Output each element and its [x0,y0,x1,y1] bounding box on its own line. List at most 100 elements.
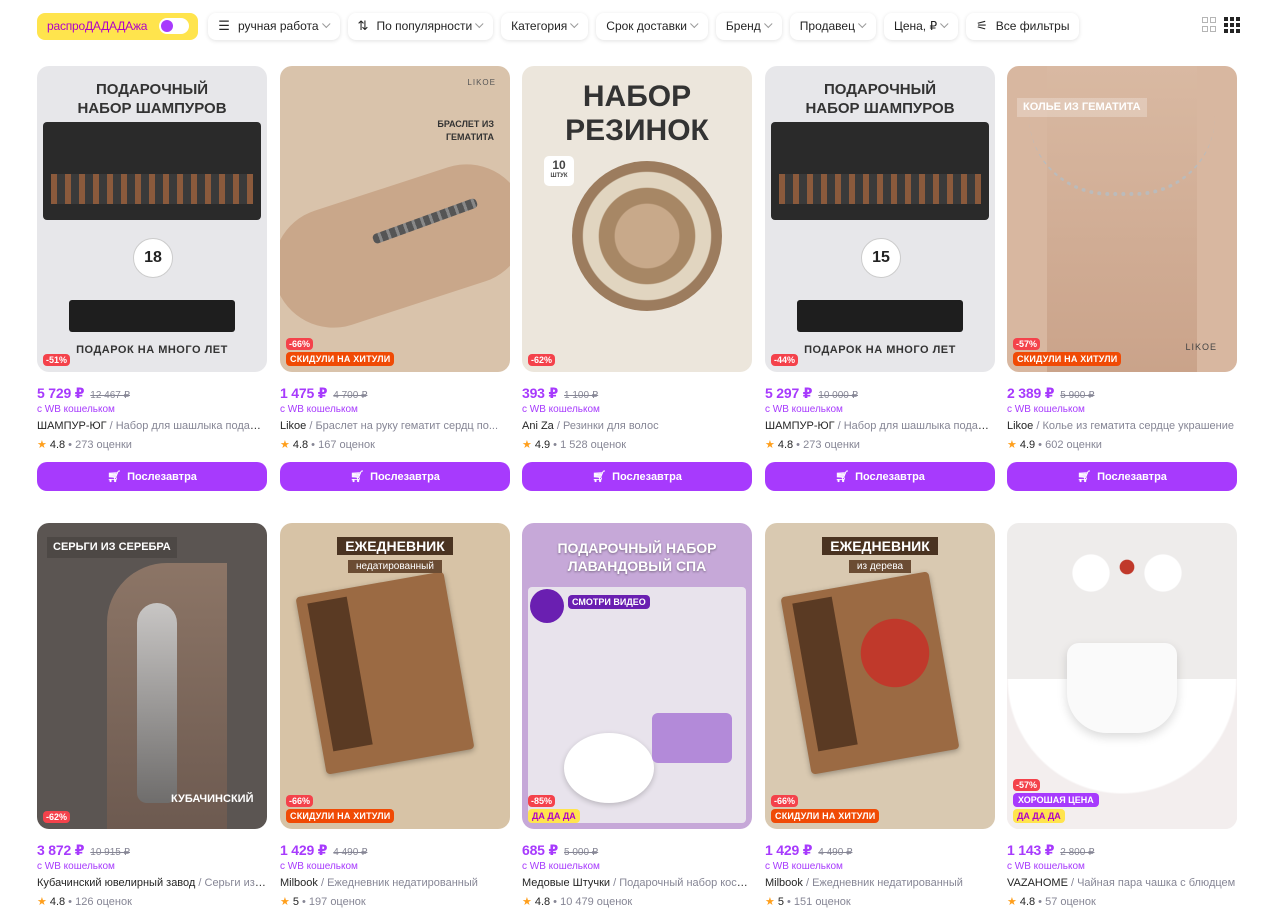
chevron-down-icon [570,19,579,29]
image-headline: ПОДАРОЧНЫЙ НАБОР ШАМПУРОВ [765,80,995,118]
filter-handmade[interactable]: ☰ ручная работа [208,12,340,40]
large-grid-icon[interactable] [1202,17,1216,33]
brand-name: ШАМПУР-ЮГ [765,420,835,432]
price-row: 1 475 ₽ 4 700 ₽ [280,385,510,402]
rating-value: 4.9 [1019,438,1036,451]
product-thumbnail[interactable]: 18 ПОДАРОК НА МНОГО ЛЕТ ПОДАРОЧНЫЙ НАБОР … [37,66,267,372]
headline-line: ПОДАРОЧНЫЙ НАБОР [557,540,717,556]
promo-toggle[interactable]: распроДАДАДАжа [37,12,199,40]
toggle-knob [161,20,174,32]
all-filters-button[interactable]: ⚟ Все фильтры [966,12,1080,40]
wallet-note: с WB кошельком [280,404,358,415]
product-card[interactable]: СЕРЬГИ ИЗ СЕРЕБРА КУБАЧИНСКИЙ -62% 3 872 … [37,523,267,919]
current-price: 1 429 ₽ [765,842,813,858]
rating-value: 4.8 [777,438,794,451]
product-title[interactable]: Milbook / Ежедневник недатированный [765,877,995,889]
toggle-switch[interactable] [159,18,190,34]
product-title[interactable]: Медовые Штучки / Подарочный набор космет… [522,877,752,889]
product-card[interactable]: ЕЖЕДНЕВНИК недатированный СКИДУЛИ НА ХИТУ… [280,523,510,919]
headline-sub: недатированный [348,560,442,573]
product-title[interactable]: VAZAHOME / Чайная пара чашка с блюдцем [1007,877,1237,889]
wallet-note: с WB кошельком [522,861,600,872]
headline-line: ЕЖЕДНЕВНИК [337,537,453,555]
sort-dropdown[interactable]: ⇅ По популярности [347,12,494,40]
review-count: • 197 оценок [302,895,366,908]
product-thumbnail[interactable]: 15 ПОДАРОК НА МНОГО ЛЕТ ПОДАРОЧНЫЙ НАБОР … [765,66,995,372]
product-thumbnail[interactable]: LIKOE БРАСЛЕТ ИЗ ГЕМАТИТА СКИДУЛИ НА ХИТУ… [280,66,510,372]
delivery-label: Послезавтра [1097,470,1167,483]
product-title[interactable]: ШАМПУР-ЮГ / Набор для шашлыка подарочный [765,420,995,432]
wallet-note: с WB кошельком [280,861,358,872]
rating-value: 4.8 [49,895,66,908]
view-toggle [1202,17,1240,33]
product-card[interactable]: 18 ПОДАРОК НА МНОГО ЛЕТ ПОДАРОЧНЫЙ НАБОР … [37,66,267,491]
product-card[interactable]: ЕЖЕДНЕВНИК из дерева СКИДУЛИ НА ХИТУЛИ -66… [765,523,995,919]
add-to-cart-button[interactable]: 🛒︎ Послезавтра [522,462,752,491]
current-price: 3 872 ₽ [37,842,85,858]
product-thumbnail[interactable]: 10 ШТУК НАБОР РЕЗИНОК -62% [522,66,752,372]
filter-brand[interactable]: Бренд [715,12,782,40]
review-count: • 602 оценки [1038,438,1102,451]
add-to-cart-button[interactable]: 🛒︎ Послезавтра [37,462,267,491]
rating: ★ 5 • 151 оценок [765,895,995,909]
add-to-cart-button[interactable]: 🛒︎ Послезавтра [280,462,510,491]
count-badge: 15 [861,238,901,278]
product-thumbnail[interactable]: СЕРЬГИ ИЗ СЕРЕБРА КУБАЧИНСКИЙ -62% [37,523,267,829]
headline-line: СЕРЬГИ ИЗ СЕРЕБРА [47,537,177,558]
review-count: • 10 479 оценок [553,895,633,908]
product-card[interactable]: LIKOE БРАСЛЕТ ИЗ ГЕМАТИТА СКИДУЛИ НА ХИТУ… [280,66,510,491]
rating-value: 5 [292,895,299,908]
play-icon[interactable] [530,589,564,623]
product-image[interactable] [37,523,267,829]
product-title[interactable]: Likoe / Браслет на руку гематит сердц по… [280,420,510,432]
image-caption: ПОДАРОК НА МНОГО ЛЕТ [804,344,956,356]
headline-line: РЕЗИНОК [565,114,709,147]
product-thumbnail[interactable]: СМОТРИ ВИДЕО ПОДАРОЧНЫЙ НАБОР ЛАВАНДОВЫЙ … [522,523,752,829]
add-to-cart-button[interactable]: 🛒︎ Послезавтра [1007,462,1237,491]
product-card[interactable]: СМОТРИ ВИДЕО ПОДАРОЧНЫЙ НАБОР ЛАВАНДОВЫЙ … [522,523,752,919]
product-name: / Ежедневник недатированный [317,877,478,889]
product-name: / Ежедневник недатированный [802,877,963,889]
filter-seller[interactable]: Продавец [789,12,876,40]
badge-da: ДА ДА ДА [1013,809,1065,823]
delivery-label: Послезавтра [612,470,682,483]
badge-good: ХОРОШАЯ ЦЕНА [1013,793,1099,807]
filter-delivery[interactable]: Срок доставки [596,12,708,40]
wallet-note: с WB кошельком [37,404,115,415]
filter-category[interactable]: Категория [501,12,589,40]
wallet-note: с WB кошельком [765,861,843,872]
product-title[interactable]: Milbook / Ежедневник недатированный [280,877,510,889]
price-row: 1 429 ₽ 4 490 ₽ [280,842,510,859]
brand-name: Milbook [280,877,318,889]
old-price: 12 467 ₽ [90,390,130,401]
product-thumbnail[interactable]: ЕЖЕДНЕВНИК недатированный СКИДУЛИ НА ХИТУ… [280,523,510,829]
image-headline: СЕРЬГИ ИЗ СЕРЕБРА КУБАЧИНСКИЙ [47,537,253,805]
product-card[interactable]: 15 ПОДАРОК НА МНОГО ЛЕТ ПОДАРОЧНЫЙ НАБОР … [765,66,995,491]
old-price: 5 000 ₽ [564,847,599,858]
small-grid-icon[interactable] [1224,17,1240,33]
star-icon: ★ [280,439,290,451]
review-count: • 57 оценок [1038,895,1096,908]
product-image[interactable]: LIKOE [280,66,510,372]
badge-sale: -62% [43,811,71,823]
product-title[interactable]: ШАМПУР-ЮГ / Набор для шашлыка подарочный [37,420,267,432]
product-thumbnail[interactable]: ЕЖЕДНЕВНИК из дерева СКИДУЛИ НА ХИТУЛИ -66… [765,523,995,829]
current-price: 685 ₽ [522,842,558,858]
product-title[interactable]: Ani Za / Резинки для волос [522,420,752,432]
star-icon: ★ [765,896,775,908]
add-to-cart-button[interactable]: 🛒︎ Послезавтра [765,462,995,491]
price-row: 3 872 ₽ 10 915 ₽ [37,842,267,859]
product-card[interactable]: ДА ДА ДА ХОРОШАЯ ЦЕНА -57% 1 143 ₽ 2 800 ₽… [1007,523,1237,919]
product-card[interactable]: 10 ШТУК НАБОР РЕЗИНОК -62% 393 ₽ 1 100 ₽ с… [522,66,752,491]
current-price: 5 297 ₽ [765,385,813,401]
chip-label: Все фильтры [995,19,1070,33]
product-title[interactable]: Likoe / Колье из гематита сердце украшен… [1007,420,1237,432]
product-card[interactable]: LIKOE КОЛЬЕ ИЗ ГЕМАТИТА СКИДУЛИ НА ХИТУЛ… [1007,66,1237,491]
product-thumbnail[interactable]: ДА ДА ДА ХОРОШАЯ ЦЕНА -57% [1007,523,1237,829]
brand-name: Ani Za [522,420,554,432]
filter-price[interactable]: Цена, ₽ [883,12,959,40]
product-image[interactable] [1007,523,1237,829]
product-name: / Серьги из серебра [198,877,267,889]
product-title[interactable]: Кубачинский ювелирный завод / Серьги из … [37,877,267,889]
product-thumbnail[interactable]: LIKOE КОЛЬЕ ИЗ ГЕМАТИТА СКИДУЛИ НА ХИТУЛ… [1007,66,1237,372]
